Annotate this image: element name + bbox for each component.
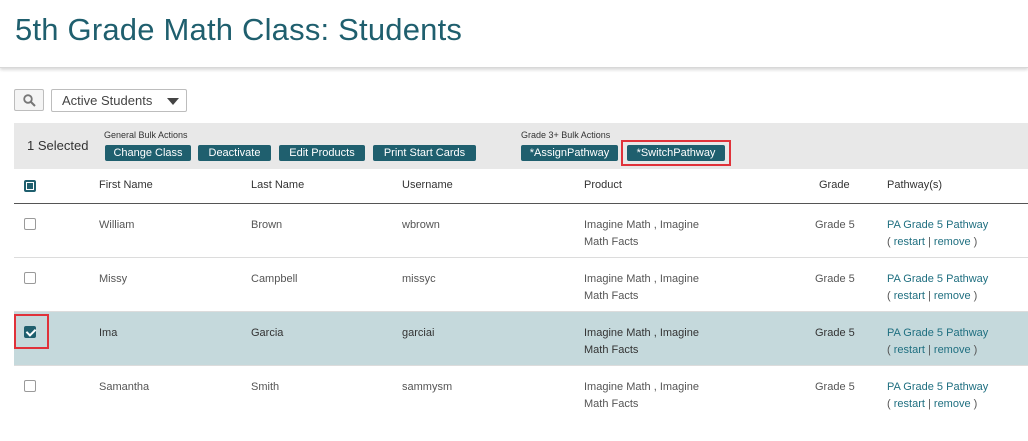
row-checkbox[interactable]: [24, 218, 36, 230]
column-header-pathway[interactable]: Pathway(s): [887, 179, 942, 191]
cell-first-name: Ima: [99, 327, 118, 339]
search-icon: [23, 94, 36, 107]
pathway-link[interactable]: PA Grade 5 Pathway: [887, 273, 988, 285]
cell-grade: Grade 5: [815, 273, 855, 285]
remove-link[interactable]: remove: [934, 290, 971, 302]
cell-first-name: Samantha: [99, 381, 150, 393]
table-row: William Brown wbrown Imagine Math , Imag…: [14, 204, 1028, 258]
cell-product: Imagine Math , Imagine Math Facts: [584, 271, 699, 305]
cell-last-name: Smith: [251, 381, 280, 393]
cell-username: wbrown: [402, 219, 440, 231]
cell-product: Imagine Math , Imagine Math Facts: [584, 217, 699, 251]
cell-pathway: PA Grade 5 Pathway ( restart | remove ): [887, 273, 989, 302]
restart-link[interactable]: restart: [894, 344, 925, 356]
cell-grade: Grade 5: [815, 381, 855, 393]
cell-product: Imagine Math , Imagine Math Facts: [584, 379, 699, 413]
pathway-link[interactable]: PA Grade 5 Pathway: [887, 219, 988, 231]
row-checkbox[interactable]: [24, 272, 36, 284]
cell-last-name: Campbell: [251, 273, 298, 285]
cell-pathway: PA Grade 5 Pathway ( restart | remove ): [887, 381, 989, 410]
product-line-2: Math Facts: [584, 236, 639, 248]
cell-first-name: William: [99, 219, 135, 231]
restart-link[interactable]: restart: [894, 290, 925, 302]
table-row: Missy Campbell missyc Imagine Math , Ima…: [14, 258, 1028, 312]
remove-link[interactable]: remove: [934, 398, 971, 410]
page-header: 5th Grade Math Class: Students: [0, 0, 1028, 68]
chevron-down-icon: [167, 98, 179, 105]
table-row-selected: Ima Garcia garciai Imagine Math , Imagin…: [14, 312, 1028, 366]
restart-link[interactable]: restart: [894, 398, 925, 410]
pathway-link[interactable]: PA Grade 5 Pathway: [887, 327, 988, 339]
cell-username: sammysm: [402, 381, 453, 393]
product-line-1: Imagine Math , Imagine: [584, 219, 699, 231]
cell-username: missyc: [402, 273, 436, 285]
product-line-1: Imagine Math , Imagine: [584, 381, 699, 393]
page-title: 5th Grade Math Class: Students: [15, 12, 463, 47]
product-line-2: Math Facts: [584, 398, 639, 410]
grade-bulk-actions-label: Grade 3+ Bulk Actions: [521, 130, 611, 140]
product-line-1: Imagine Math , Imagine: [584, 327, 699, 339]
remove-link[interactable]: remove: [934, 236, 971, 248]
cell-last-name: Garcia: [251, 327, 284, 339]
cell-grade: Grade 5: [815, 327, 855, 339]
product-line-1: Imagine Math , Imagine: [584, 273, 699, 285]
selected-count: 1 Selected: [27, 138, 89, 153]
change-class-button[interactable]: Change Class: [105, 145, 191, 161]
deactivate-button[interactable]: Deactivate: [198, 145, 271, 161]
cell-pathway: PA Grade 5 Pathway ( restart | remove ): [887, 219, 989, 248]
column-header-grade[interactable]: Grade: [819, 179, 850, 191]
student-status-select[interactable]: Active Students: [51, 89, 187, 112]
student-status-value: Active Students: [62, 93, 153, 108]
table-row: Samantha Smith sammysm Imagine Math , Im…: [14, 366, 1028, 420]
column-header-first-name[interactable]: First Name: [99, 179, 153, 191]
restart-link[interactable]: restart: [894, 236, 925, 248]
pathway-link[interactable]: PA Grade 5 Pathway: [887, 381, 988, 393]
remove-link[interactable]: remove: [934, 344, 971, 356]
search-button[interactable]: [14, 89, 44, 111]
cell-first-name: Missy: [99, 273, 128, 285]
cell-username: garciai: [402, 327, 435, 339]
print-start-cards-button[interactable]: Print Start Cards: [373, 145, 476, 161]
bulk-action-bar: 1 Selected General Bulk Actions Grade 3+…: [14, 123, 1028, 169]
assign-pathway-button[interactable]: *AssignPathway: [521, 145, 618, 161]
checkbox-highlight: [14, 314, 49, 349]
cell-grade: Grade 5: [815, 219, 855, 231]
row-checkbox[interactable]: [24, 380, 36, 392]
switch-pathway-highlight: [621, 140, 731, 166]
edit-products-button[interactable]: Edit Products: [279, 145, 365, 161]
column-header-last-name[interactable]: Last Name: [251, 179, 304, 191]
cell-product: Imagine Math , Imagine Math Facts: [584, 325, 699, 359]
cell-last-name: Brown: [251, 219, 283, 231]
general-bulk-actions-label: General Bulk Actions: [104, 130, 188, 140]
product-line-2: Math Facts: [584, 344, 639, 356]
column-header-username[interactable]: Username: [402, 179, 453, 191]
cell-pathway: PA Grade 5 Pathway ( restart | remove ): [887, 327, 989, 356]
column-header-product[interactable]: Product: [584, 179, 622, 191]
product-line-2: Math Facts: [584, 290, 639, 302]
select-all-checkbox[interactable]: [24, 180, 36, 192]
